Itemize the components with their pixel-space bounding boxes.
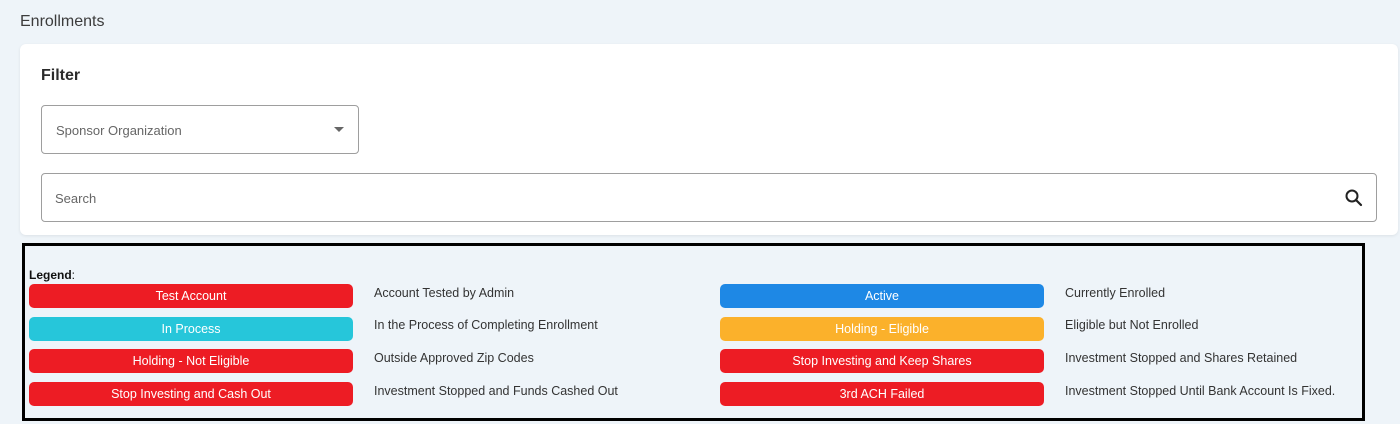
legend-desc: Account Tested by Admin	[374, 286, 515, 300]
legend-label: Legend:	[29, 268, 76, 282]
badge-holding-eligible: Holding - Eligible	[720, 317, 1044, 341]
search-input[interactable]	[55, 188, 1325, 208]
legend-desc: Outside Approved Zip Codes	[374, 351, 534, 365]
filter-title: Filter	[41, 67, 81, 84]
filter-card: Filter Sponsor Organization	[20, 44, 1398, 235]
badge-active: Active	[720, 284, 1044, 308]
legend-desc: In the Process of Completing Enrollment	[374, 318, 598, 332]
badge-stop-investing-cash-out: Stop Investing and Cash Out	[29, 382, 353, 406]
chevron-down-icon	[334, 127, 344, 132]
badge-stop-investing-keep-shares: Stop Investing and Keep Shares	[720, 349, 1044, 373]
legend-desc: Investment Stopped and Funds Cashed Out	[374, 384, 618, 398]
legend-desc: Eligible but Not Enrolled	[1065, 318, 1199, 332]
badge-3rd-ach-failed: 3rd ACH Failed	[720, 382, 1044, 406]
badge-in-process: In Process	[29, 317, 353, 341]
legend-desc: Currently Enrolled	[1065, 286, 1166, 300]
legend-desc: Investment Stopped and Shares Retained	[1065, 351, 1298, 365]
legend-panel: Legend: Test Account Account Tested by A…	[22, 243, 1365, 421]
search-field[interactable]	[41, 173, 1377, 222]
legend-desc: Investment Stopped Until Bank Account Is…	[1065, 384, 1336, 398]
sponsor-organization-select[interactable]: Sponsor Organization	[41, 105, 359, 154]
sponsor-organization-placeholder: Sponsor Organization	[56, 123, 182, 138]
page-title: Enrollments	[20, 13, 105, 30]
badge-test-account: Test Account	[29, 284, 353, 308]
badge-holding-not-eligible: Holding - Not Eligible	[29, 349, 353, 373]
enrollments-page: Enrollments Filter Sponsor Organization …	[0, 0, 1400, 424]
search-icon[interactable]	[1344, 188, 1364, 208]
